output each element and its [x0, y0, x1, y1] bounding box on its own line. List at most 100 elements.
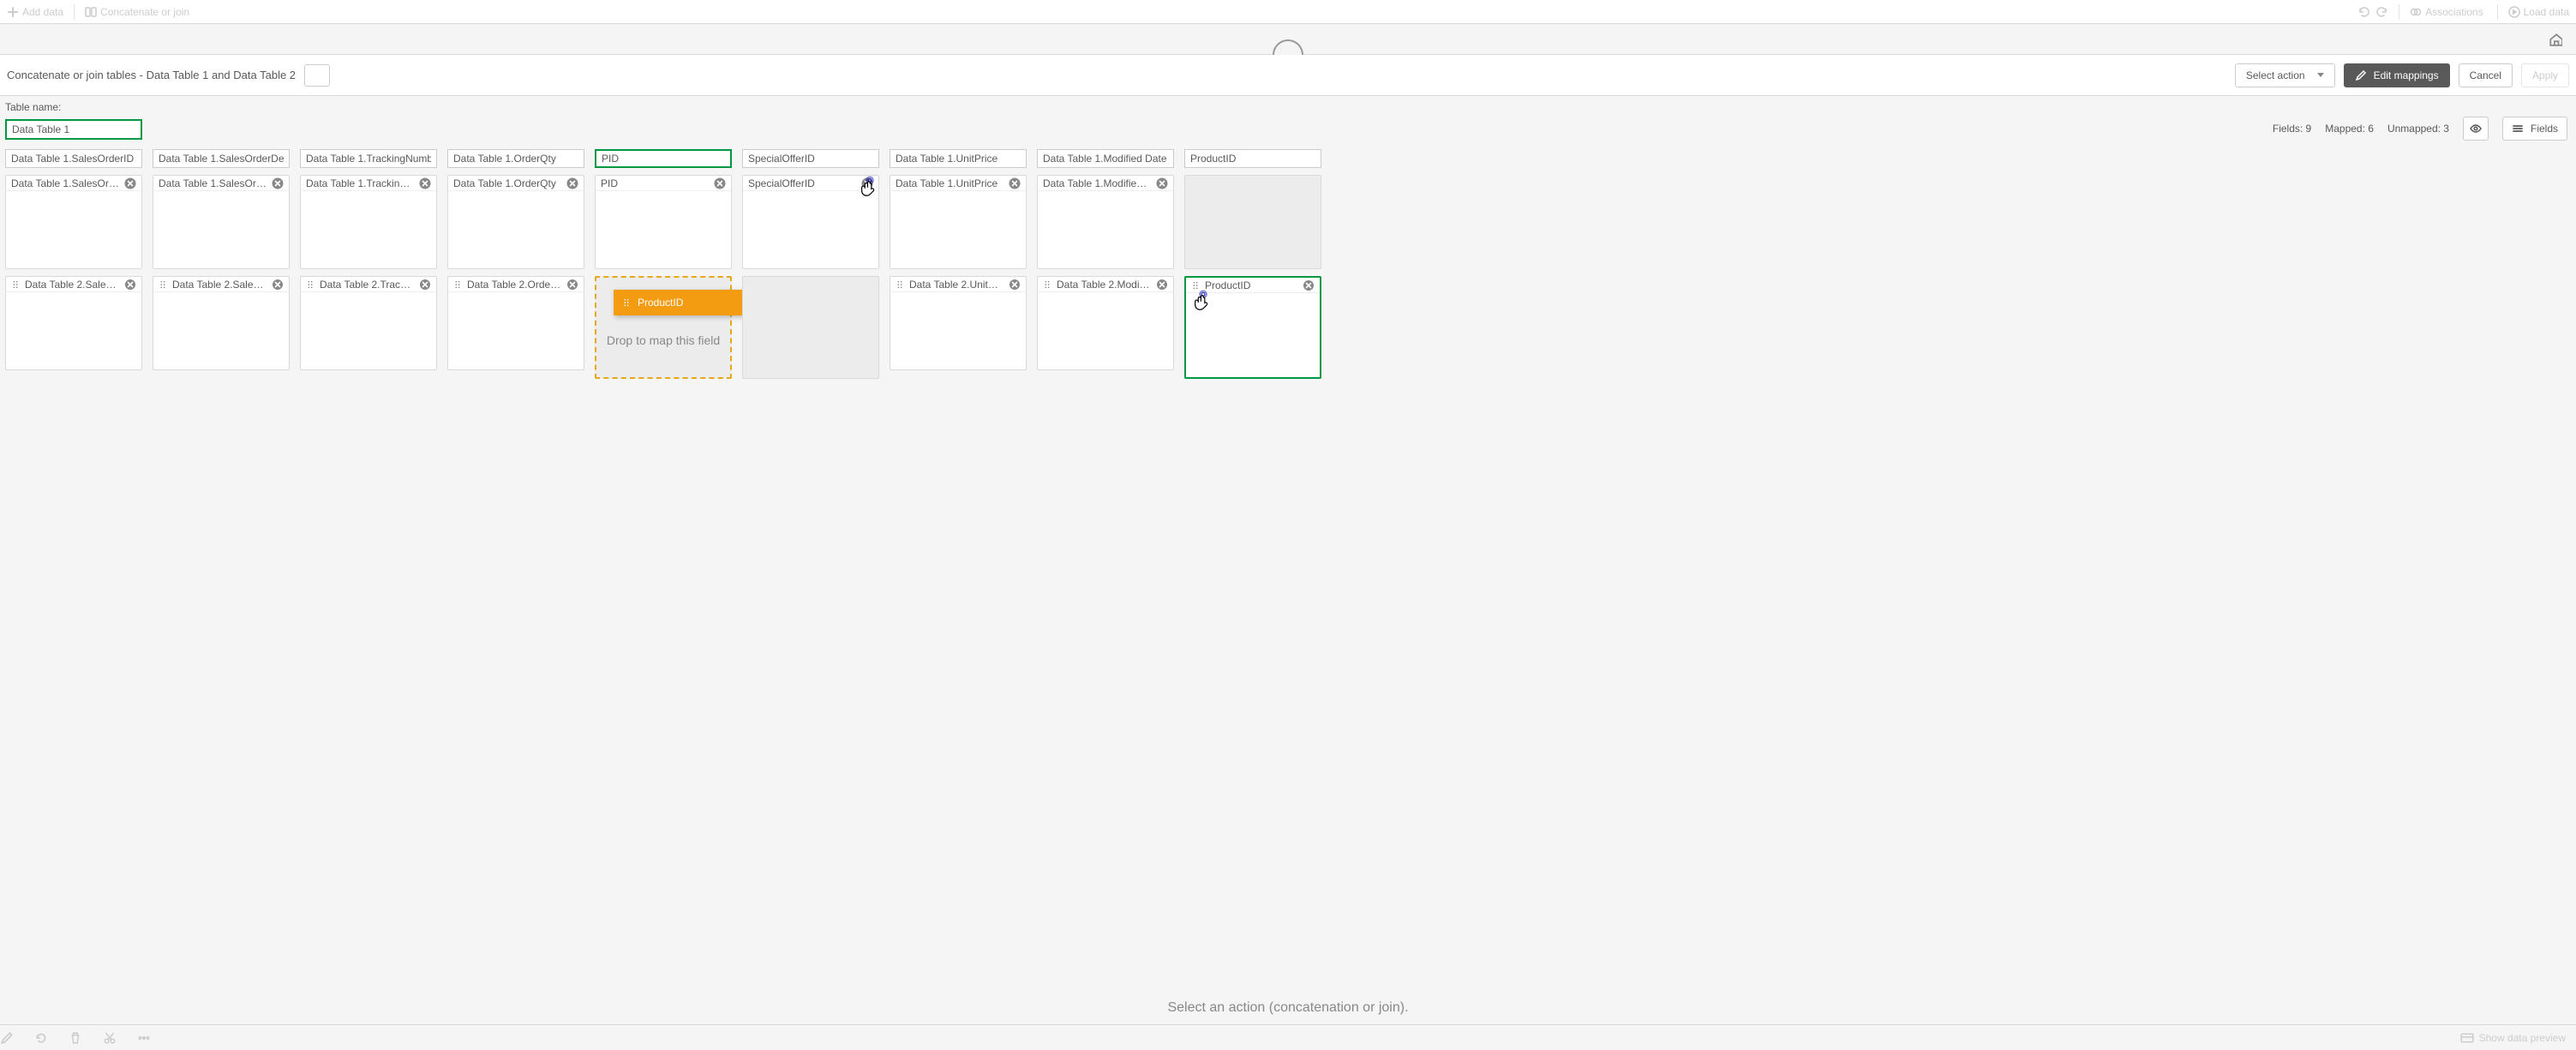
separator: [2497, 4, 2498, 20]
select-action-label: Select action: [2246, 69, 2305, 81]
field-chip[interactable]: Data Table 2.Trackin…: [301, 277, 436, 292]
cancel-button[interactable]: Cancel: [2459, 63, 2513, 87]
pencil-icon[interactable]: [0, 1031, 14, 1045]
associations-label: Associations: [2425, 6, 2483, 18]
remove-field-icon[interactable]: [1156, 177, 1168, 189]
field-chip[interactable]: Data Table 1.SalesOrderID: [6, 176, 141, 191]
remove-field-icon[interactable]: [1303, 279, 1315, 291]
field-chip[interactable]: SpecialOfferID: [743, 176, 878, 191]
field-chip-label: Data Table 1.SalesOrderID: [11, 177, 119, 189]
column-header-input[interactable]: [1190, 153, 1315, 165]
target-field-card: Data Table 2.Trackin…: [300, 276, 437, 370]
remove-field-icon[interactable]: [419, 177, 431, 189]
remove-field-icon[interactable]: [124, 279, 136, 291]
field-chip-label: Data Table 1.UnitPrice: [896, 177, 1003, 189]
mapping-column: Data Table 1.SalesOrder… Data Table 2.Sal…: [153, 149, 290, 379]
field-chip[interactable]: Data Table 2.SalesOr…: [6, 277, 141, 292]
topbar: Add data Concatenate or join Association…: [0, 0, 2576, 24]
refresh-icon[interactable]: [34, 1031, 48, 1045]
select-action-dropdown[interactable]: Select action: [2235, 63, 2335, 87]
column-header[interactable]: [595, 149, 732, 168]
field-chip[interactable]: Data Table 1.OrderQty: [448, 176, 584, 191]
column-header[interactable]: [1037, 149, 1174, 168]
drop-zone[interactable]: ProductIDDrop to map this field: [595, 276, 732, 379]
show-data-preview-button[interactable]: Show data preview: [2460, 1031, 2576, 1045]
column-header[interactable]: [447, 149, 584, 168]
remove-field-icon[interactable]: [419, 279, 431, 291]
mapping-column: Data Table 1.TrackingNu… Data Table 2.Tra…: [300, 149, 437, 379]
actionbar: Concatenate or join tables - Data Table …: [0, 55, 2576, 96]
field-chip[interactable]: Data Table 1.SalesOrder…: [153, 176, 289, 191]
cut-icon[interactable]: [103, 1031, 117, 1045]
grip-icon: [453, 280, 462, 289]
column-header-input[interactable]: [306, 153, 431, 165]
remove-field-icon[interactable]: [1009, 177, 1021, 189]
column-header-input[interactable]: [748, 153, 873, 165]
field-chip-label: Data Table 2.Modifie…: [1057, 279, 1151, 291]
field-chip[interactable]: Data Table 1.TrackingNu…: [301, 176, 436, 191]
target-field-card: Data Table 2.SalesOr…: [5, 276, 142, 370]
column-header[interactable]: [5, 149, 142, 168]
load-data-button[interactable]: Load data: [2508, 6, 2569, 18]
column-header[interactable]: [890, 149, 1027, 168]
remove-field-icon[interactable]: [1156, 279, 1168, 291]
source-field-card: [1184, 175, 1321, 269]
column-header[interactable]: [742, 149, 879, 168]
redo-button[interactable]: [2376, 6, 2388, 18]
column-header-input[interactable]: [896, 153, 1021, 165]
remove-field-icon[interactable]: [714, 177, 726, 189]
cancel-label: Cancel: [2470, 69, 2501, 81]
swap-button[interactable]: [304, 64, 330, 87]
home-icon[interactable]: [2549, 33, 2562, 46]
remove-field-icon[interactable]: [1009, 279, 1021, 291]
column-header[interactable]: [153, 149, 290, 168]
more-icon[interactable]: [137, 1031, 151, 1045]
mapped-count: Mapped: 6: [2325, 123, 2374, 135]
source-field-card: SpecialOfferID: [742, 175, 879, 269]
preview-toggle-button[interactable]: [2463, 117, 2489, 141]
column-header[interactable]: [1184, 149, 1321, 168]
field-chip[interactable]: Data Table 2.SalesOr…: [153, 277, 289, 292]
field-chip[interactable]: Data Table 1.Modified Date: [1038, 176, 1173, 191]
column-header-input[interactable]: [11, 153, 136, 165]
mapping-column: Data Table 1.SalesOrderID Data Table 2.Sa…: [5, 149, 142, 379]
mapping-column: SpecialOfferID: [742, 149, 879, 379]
concat-join-label: Concatenate or join: [100, 6, 189, 18]
field-chip[interactable]: Data Table 2.UnitPrice: [890, 277, 1026, 292]
drag-chip[interactable]: ProductID: [614, 290, 751, 315]
workspace: Table name: Fields: 9 Mapped: 6 Unmapped…: [0, 96, 2576, 387]
table-name-input[interactable]: [5, 119, 142, 140]
subbar: [0, 24, 2576, 55]
field-chip[interactable]: PID: [596, 176, 731, 191]
remove-field-icon[interactable]: [272, 279, 284, 291]
field-chip[interactable]: Data Table 2.OrderQty: [448, 277, 584, 292]
trash-icon[interactable]: [69, 1031, 82, 1045]
source-field-card: Data Table 1.SalesOrderID: [5, 175, 142, 269]
play-icon: [2508, 6, 2520, 18]
column-header-input[interactable]: [159, 153, 284, 165]
column-header-input[interactable]: [1043, 153, 1168, 165]
field-chip[interactable]: Data Table 2.Modifie…: [1038, 277, 1173, 292]
field-chip-label: Data Table 1.OrderQty: [453, 177, 561, 189]
separator: [74, 4, 75, 20]
pencil-icon: [2355, 69, 2367, 81]
mapping-column: Data Table 1.UnitPrice Data Table 2.UnitP…: [890, 149, 1027, 379]
fields-button[interactable]: Fields: [2502, 117, 2567, 141]
column-header-input[interactable]: [453, 153, 578, 165]
field-chip[interactable]: Data Table 1.UnitPrice: [890, 176, 1026, 191]
undo-button[interactable]: [2357, 6, 2369, 18]
remove-field-icon[interactable]: [272, 177, 284, 189]
remove-field-icon[interactable]: [566, 177, 578, 189]
add-data-button[interactable]: Add data: [7, 6, 63, 18]
associations-button[interactable]: Associations: [2410, 6, 2486, 18]
remove-field-icon[interactable]: [124, 177, 136, 189]
concat-join-button[interactable]: Concatenate or join: [85, 6, 189, 18]
click-cursor-icon: [860, 174, 880, 198]
column-header-input[interactable]: [602, 153, 725, 165]
edit-mappings-button[interactable]: Edit mappings: [2344, 63, 2450, 87]
remove-field-icon[interactable]: [566, 279, 578, 291]
field-chip-label: Data Table 1.SalesOrder…: [159, 177, 267, 189]
column-header[interactable]: [300, 149, 437, 168]
pull-tab-icon[interactable]: [1273, 39, 1303, 55]
mapping-column: Data Table 1.OrderQty Data Table 2.OrderQ…: [447, 149, 584, 379]
